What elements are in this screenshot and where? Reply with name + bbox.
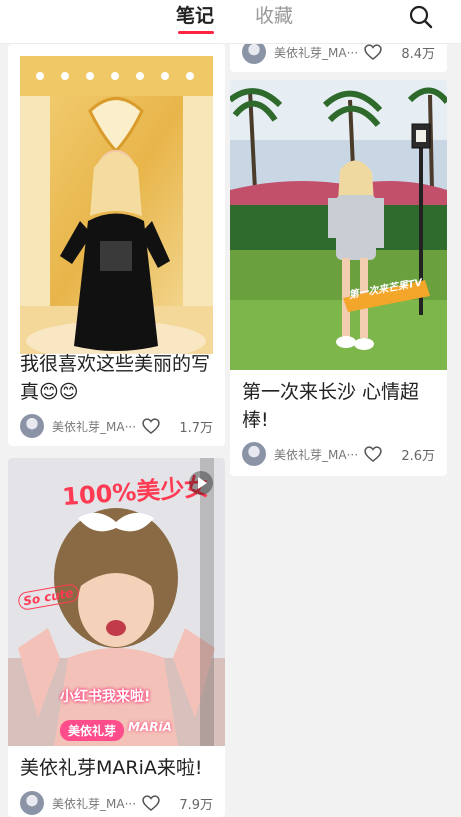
top-tab-bar: 笔记 收藏 [0,0,461,44]
note-title[interactable]: 我很喜欢这些美丽的写真😊😊 [20,350,213,406]
author-name[interactable]: 美依礼芽_MA··· [274,446,358,463]
image-sticker-text: MARiA [128,720,172,734]
image-sticker-text: 美依礼芽 [60,720,125,741]
like-count: 7.9万 [179,798,213,813]
like-count: 2.6万 [401,449,435,464]
heart-icon[interactable] [141,793,161,813]
search-icon [409,5,433,29]
tab-notes[interactable]: 笔记 [176,4,214,28]
carousel-photo [20,56,213,354]
note-title[interactable]: 第一次来长沙 心情超棒! [242,378,435,434]
search-button[interactable] [406,2,436,32]
video-play-icon [189,471,213,495]
note-card[interactable]: 100%美少女 So cute 小红书我来啦! 美依礼芽 MARiA 美依礼芽M… [8,458,225,817]
note-card-meta: 美依礼芽_MA··· 2.6万 [242,442,435,466]
avatar[interactable] [20,414,44,438]
like-count: 8.4万 [401,47,435,62]
active-tab-indicator [178,31,214,34]
note-cover-image[interactable] [20,56,213,354]
park-photo [230,80,447,370]
note-card-meta: 美依礼芽_MA··· 7.9万 [20,791,213,815]
note-card-meta: 美依礼芽_MA··· 1.7万 [20,414,213,438]
note-card[interactable]: 第一次来芒果TV 第一次来长沙 心情超棒! 美依礼芽_MA··· 2.6万 [230,80,447,476]
heart-icon[interactable] [141,416,161,436]
avatar[interactable] [20,791,44,815]
heart-icon[interactable] [363,42,383,62]
heart-icon[interactable] [363,444,383,464]
profile-notes-page: 笔记 收藏 美依礼芽_MA··· 8.4万 我很喜欢这些美丽的写真😊😊 美依礼芽… [0,0,461,817]
image-sticker-text: 小红书我来啦! [60,689,151,705]
avatar[interactable] [242,442,266,466]
like-count: 1.7万 [179,421,213,436]
note-cover-image[interactable]: 100%美少女 So cute 小红书我来啦! 美依礼芽 MARiA [8,458,225,746]
note-cover-image[interactable]: 第一次来芒果TV [230,80,447,370]
author-name[interactable]: 美依礼芽_MA··· [52,795,136,812]
author-name[interactable]: 美依礼芽_MA··· [52,418,136,435]
note-card[interactable]: 我很喜欢这些美丽的写真😊😊 美依礼芽_MA··· 1.7万 [8,44,225,446]
tab-collections[interactable]: 收藏 [255,4,293,28]
note-title[interactable]: 美依礼芽MARiA来啦! [20,754,213,782]
author-name[interactable]: 美依礼芽_MA··· [274,44,358,61]
